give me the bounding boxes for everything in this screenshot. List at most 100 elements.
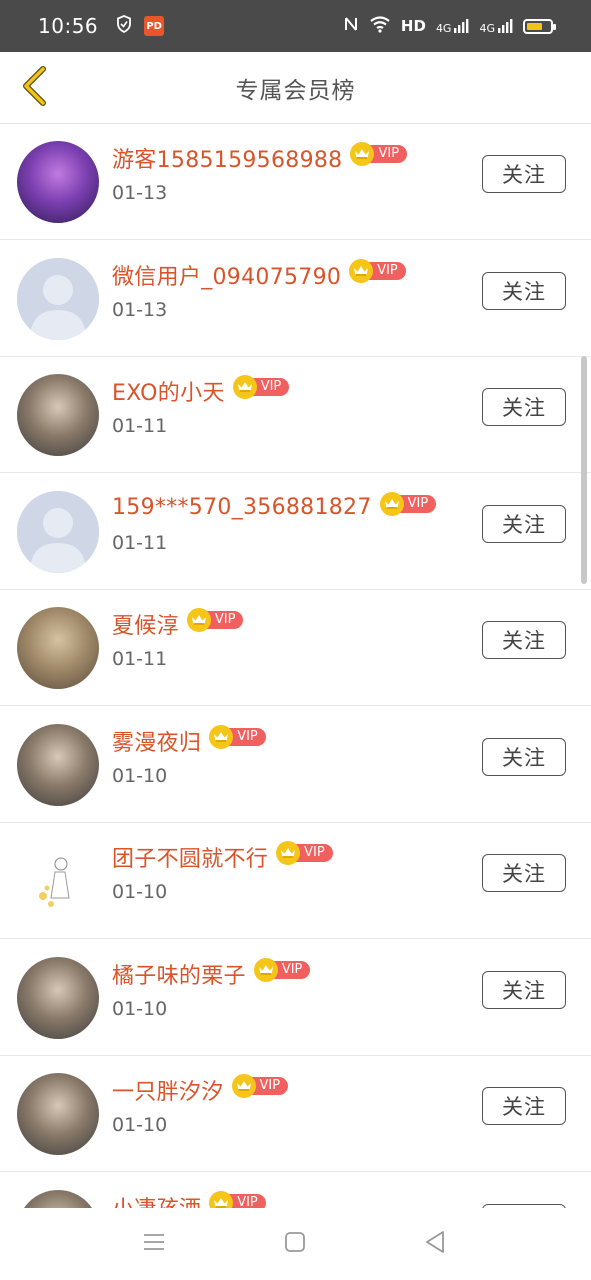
- name-line: 游客1585159568988 VIP: [112, 141, 408, 175]
- signal-icon: 4G: [436, 18, 470, 34]
- vip-badge: VIP: [379, 491, 437, 516]
- scrollbar[interactable]: [581, 356, 587, 584]
- user-name[interactable]: 159***570_356881827: [112, 495, 372, 520]
- follow-button[interactable]: 关注: [482, 388, 566, 426]
- list-item[interactable]: 橘子味的栗子 VIP 01-10 关注: [0, 939, 591, 1056]
- avatar[interactable]: [17, 956, 99, 1039]
- battery-icon: [523, 18, 556, 34]
- menu-button[interactable]: [138, 1228, 170, 1260]
- follow-button[interactable]: 关注: [482, 621, 566, 659]
- crown-icon: [276, 841, 301, 865]
- list-item[interactable]: 一只胖汐汐 VIP 01-10 关注: [0, 1056, 591, 1172]
- avatar[interactable]: [17, 723, 99, 806]
- user-name[interactable]: 雾漫夜归: [112, 725, 201, 757]
- name-line: 橘子味的栗子 VIP: [112, 957, 311, 991]
- user-name[interactable]: 游客1585159568988: [112, 142, 342, 174]
- follow-button[interactable]: 关注: [482, 970, 566, 1009]
- crown-icon: [349, 258, 374, 283]
- join-date: 01-13: [112, 182, 168, 204]
- join-date: 01-10: [112, 881, 168, 903]
- menu-icon: [142, 1232, 166, 1256]
- vip-badge: VIP: [350, 142, 408, 166]
- vip-badge: VIP: [276, 841, 333, 865]
- status-bar: 10:56 PD HD 4G 4G: [0, 0, 591, 52]
- page-title: 专属会员榜: [235, 77, 356, 104]
- home-square-icon: [284, 1231, 306, 1257]
- name-line: 159***570_356881827 VIP: [112, 491, 437, 525]
- avatar[interactable]: [17, 257, 99, 340]
- name-line: 微信用户_094075790 VIP: [112, 258, 406, 292]
- nfc-icon: [343, 15, 359, 37]
- name-line: 雾漫夜归 VIP: [112, 724, 266, 758]
- join-date: 01-10: [112, 764, 168, 787]
- list-item[interactable]: 夏候淳 VIP 01-11 关注: [0, 590, 591, 706]
- crown-icon: [379, 491, 404, 516]
- user-name[interactable]: 橘子味的栗子: [112, 958, 246, 990]
- crown-icon: [253, 957, 278, 982]
- crown-icon: [231, 1074, 256, 1098]
- list-item[interactable]: 游客1585159568988 VIP 01-13 关注: [0, 124, 591, 240]
- wifi-icon: [369, 15, 391, 37]
- follow-button[interactable]: 关注: [482, 271, 566, 310]
- avatar[interactable]: [17, 607, 99, 689]
- back-triangle-icon: [424, 1230, 446, 1258]
- user-name[interactable]: 一只胖汐汐: [112, 1074, 224, 1106]
- avatar[interactable]: [17, 1189, 99, 1208]
- name-line: EXO的小天 VIP: [112, 374, 290, 408]
- vip-badge: VIP: [232, 375, 290, 399]
- user-name[interactable]: 微信用户_094075790: [112, 259, 341, 291]
- avatar[interactable]: [17, 840, 99, 922]
- name-line: 夏候淳 VIP: [112, 607, 244, 641]
- signal-type-label: 4G: [479, 22, 495, 35]
- user-name[interactable]: EXO的小天: [112, 375, 225, 407]
- join-date: 01-13: [112, 298, 168, 321]
- join-date: 01-10: [112, 1114, 168, 1136]
- vip-label: VIP: [227, 1193, 266, 1208]
- status-time: 10:56: [38, 14, 99, 38]
- list-item[interactable]: 小凄孩洒VIP关注: [0, 1172, 591, 1209]
- vip-badge: VIP: [209, 724, 266, 749]
- avatar[interactable]: [17, 1073, 99, 1155]
- avatar[interactable]: [17, 141, 99, 223]
- list-item[interactable]: 159***570_356881827 VIP 01-11 关注: [0, 473, 591, 590]
- signal-type-label: 4G: [435, 22, 452, 35]
- member-list[interactable]: 游客1585159568988 VIP 01-13 关注 微信用户_094075790 V…: [0, 124, 591, 1208]
- user-name[interactable]: 团子不圆就不行: [112, 841, 268, 873]
- follow-button[interactable]: 关注: [482, 737, 566, 776]
- name-line: 一只胖汐汐 VIP: [112, 1073, 289, 1107]
- chevron-left-icon: [19, 66, 49, 110]
- follow-button[interactable]: 关注: [482, 1087, 566, 1125]
- status-right-icons: HD 4G 4G: [343, 15, 556, 37]
- home-button[interactable]: [279, 1228, 311, 1260]
- follow-button[interactable]: 关注: [482, 155, 566, 193]
- vip-label: VIP: [368, 145, 408, 163]
- follow-button[interactable]: 关注: [482, 504, 566, 543]
- crown-icon: [186, 608, 211, 632]
- list-item[interactable]: 微信用户_094075790 VIP 01-13 关注: [0, 240, 591, 357]
- user-name[interactable]: 小凄孩洒: [112, 1191, 201, 1209]
- back-nav-button[interactable]: [419, 1228, 451, 1260]
- avatar[interactable]: [17, 374, 99, 456]
- vip-badge: VIP: [253, 957, 311, 982]
- header-bar: 专属会员榜: [0, 52, 591, 124]
- crown-icon: [232, 375, 257, 399]
- name-line: 小凄孩洒 VIP: [112, 1190, 266, 1209]
- join-date: 01-10: [112, 997, 168, 1020]
- avatar[interactable]: [17, 490, 99, 573]
- vip-badge: VIP: [349, 258, 406, 283]
- default-avatar-icon: [17, 490, 99, 573]
- vip-badge: VIP: [231, 1074, 289, 1098]
- back-button[interactable]: [14, 66, 54, 110]
- join-date: 01-11: [112, 415, 168, 437]
- join-date: 01-11: [112, 531, 168, 554]
- list-item[interactable]: EXO的小天 VIP 01-11 关注: [0, 357, 591, 473]
- system-nav-bar: [0, 1208, 591, 1280]
- list-item[interactable]: 团子不圆就不行 VIP 01-10 关注: [0, 823, 591, 939]
- shield-icon: [116, 15, 132, 37]
- list-item[interactable]: 雾漫夜归 VIP 01-10 关注: [0, 706, 591, 823]
- sketch-avatar-icon: [17, 840, 99, 922]
- user-name[interactable]: 夏候淳: [112, 608, 179, 640]
- vip-badge: VIP: [186, 608, 244, 632]
- join-date: 01-11: [112, 648, 168, 670]
- follow-button[interactable]: 关注: [482, 854, 566, 892]
